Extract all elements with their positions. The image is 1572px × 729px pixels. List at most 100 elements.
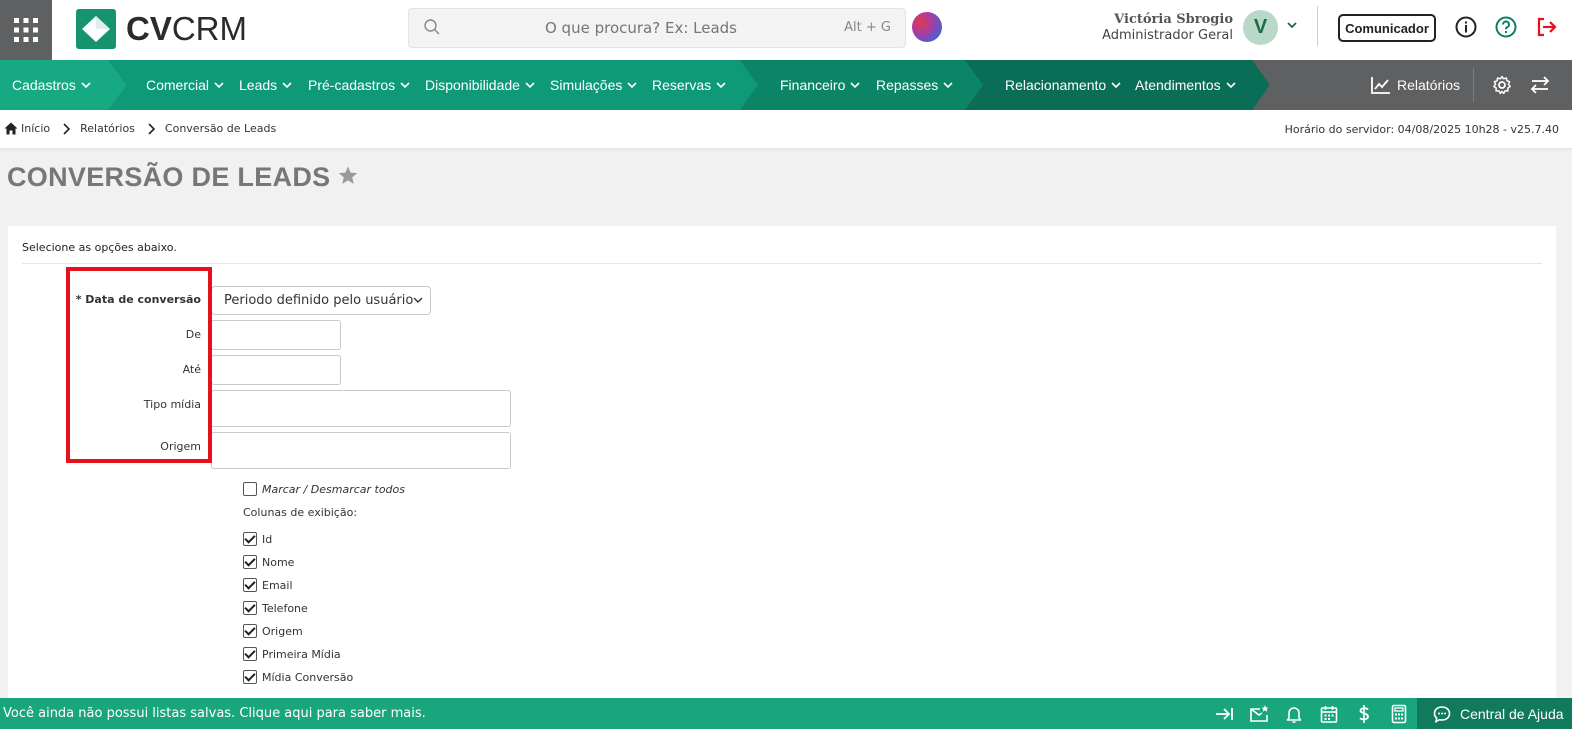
column-label: Id — [262, 532, 273, 546]
nav-label: Comercial — [146, 77, 210, 93]
column-checkbox-row[interactable]: Mídia Conversão — [243, 670, 353, 684]
tipo-midia-multiselect[interactable] — [211, 390, 511, 427]
column-checkbox[interactable] — [243, 647, 257, 661]
chevron-down-icon[interactable] — [1286, 20, 1298, 30]
user-info[interactable]: Victória Sbrogio Administrador Geral — [1102, 12, 1233, 43]
marcar-todos-checkbox[interactable] — [243, 482, 257, 496]
logo-mark-icon — [76, 9, 116, 49]
chevron-down-icon — [1226, 82, 1236, 89]
data-conversao-select[interactable]: Periodo definido pelo usuário — [211, 286, 431, 315]
search-input[interactable] — [451, 9, 831, 47]
swap-icon[interactable] — [1530, 76, 1550, 94]
nav-label: Simulações — [550, 77, 623, 93]
colunas-exibicao-label: Colunas de exibição: — [243, 506, 358, 519]
dollar-icon[interactable] — [1354, 704, 1374, 724]
help-center-label: Central de Ajuda — [1460, 705, 1564, 722]
chevron-down-icon — [850, 82, 860, 89]
nav-disponibilidade[interactable]: Disponibilidade — [425, 60, 535, 110]
column-checkbox[interactable] — [243, 532, 257, 546]
chevron-down-icon — [413, 297, 423, 303]
nav-atendimentos[interactable]: Atendimentos — [1135, 60, 1236, 110]
help-center-button[interactable]: Central de Ajuda — [1417, 698, 1572, 729]
column-checkbox[interactable] — [243, 578, 257, 592]
chevron-down-icon — [282, 82, 292, 89]
column-checkbox-row[interactable]: Nome — [243, 555, 294, 569]
apps-menu-button[interactable] — [0, 0, 52, 60]
search-shortcut-hint: Alt + G — [844, 20, 891, 35]
column-checkbox-row[interactable]: Telefone — [243, 601, 308, 615]
marcar-todos-checkbox-row[interactable]: Marcar / Desmarcar todos — [243, 482, 405, 496]
nav-comercial[interactable]: Comercial — [146, 60, 224, 110]
column-checkbox[interactable] — [243, 601, 257, 615]
logout-icon[interactable] — [1534, 15, 1558, 39]
star-icon[interactable] — [338, 166, 358, 185]
chevron-down-icon — [627, 82, 637, 89]
nav-leads[interactable]: Leads — [239, 60, 292, 110]
column-checkbox-row[interactable]: Primeira Mídia — [243, 647, 341, 661]
column-label: Telefone — [262, 601, 308, 615]
de-date-input[interactable] — [211, 320, 341, 350]
header-divider — [1317, 6, 1318, 46]
saved-lists-message[interactable]: Você ainda não possui listas salvas. Cli… — [3, 706, 426, 721]
search-box[interactable]: Alt + G — [408, 8, 906, 48]
column-checkbox-row[interactable]: Origem — [243, 624, 303, 638]
column-checkbox[interactable] — [243, 555, 257, 569]
gear-icon[interactable] — [1492, 75, 1512, 95]
grid-icon — [14, 18, 38, 42]
nav-financeiro[interactable]: Financeiro — [780, 60, 860, 110]
breadcrumb-bar: Início Relatórios Conversão de Leads Hor… — [0, 110, 1572, 148]
home-icon[interactable] — [4, 122, 18, 135]
chevron-down-icon — [400, 82, 410, 89]
nav-relatorios[interactable]: Relatórios — [1371, 60, 1460, 110]
breadcrumb-relatorios[interactable]: Relatórios — [80, 122, 135, 135]
chevron-down-icon — [1111, 82, 1121, 89]
column-label: Nome — [262, 555, 295, 569]
ate-date-input[interactable] — [211, 355, 341, 385]
nav-label: Leads — [239, 77, 278, 93]
column-label: Primeira Mídia — [262, 647, 341, 661]
nav-label: Pré-cadastros — [308, 77, 396, 93]
nav-simulacoes[interactable]: Simulações — [550, 60, 637, 110]
mail-star-icon[interactable] — [1249, 704, 1269, 724]
page-title-text: CONVERSÃO DE LEADS — [7, 162, 331, 192]
logo-text: CVCRM — [126, 10, 247, 47]
main-nav: Cadastros Comercial Leads Pré-cadastros … — [0, 60, 1572, 110]
nav-cadastros[interactable]: Cadastros — [12, 60, 91, 110]
page-title: CONVERSÃO DE LEADS — [7, 162, 358, 193]
origem-multiselect[interactable] — [211, 432, 511, 469]
avatar[interactable]: V — [1243, 10, 1278, 45]
bell-icon[interactable] — [1284, 704, 1304, 724]
calculator-icon[interactable] — [1389, 704, 1409, 724]
cvcrm-logo[interactable]: CVCRM — [76, 8, 247, 50]
collapse-right-icon[interactable] — [1214, 704, 1234, 724]
comunicador-button[interactable]: Comunicador — [1338, 14, 1436, 42]
filter-card: Selecione as opções abaixo. * Data de co… — [8, 226, 1556, 706]
help-icon[interactable] — [1494, 15, 1518, 39]
marcar-todos-label: Marcar / Desmarcar todos — [262, 482, 406, 496]
nav-divider — [1473, 68, 1474, 102]
nav-label: Disponibilidade — [425, 77, 520, 93]
nav-label: Cadastros — [12, 77, 76, 93]
column-checkbox[interactable] — [243, 670, 257, 684]
breadcrumb-current: Conversão de Leads — [164, 122, 277, 135]
column-label: Origem — [262, 624, 303, 638]
column-checkbox-row[interactable]: Email — [243, 578, 293, 592]
breadcrumb-inicio[interactable]: Início — [21, 122, 50, 135]
nav-repasses[interactable]: Repasses — [876, 60, 953, 110]
nav-label: Atendimentos — [1135, 77, 1221, 93]
divider — [22, 263, 1542, 264]
nav-label: Repasses — [876, 77, 939, 93]
calendar-icon[interactable] — [1319, 704, 1339, 724]
chat-bubble-icon — [1433, 705, 1451, 723]
column-checkbox-row[interactable]: Id — [243, 532, 272, 546]
nav-pre-cadastros[interactable]: Pré-cadastros — [308, 60, 410, 110]
column-checkbox[interactable] — [243, 624, 257, 638]
nav-reservas[interactable]: Reservas — [652, 60, 726, 110]
user-role: Administrador Geral — [1102, 28, 1233, 43]
assistant-orb-icon[interactable] — [912, 12, 942, 42]
nav-relacionamento[interactable]: Relacionamento — [1005, 60, 1121, 110]
user-name: Victória Sbrogio — [1114, 12, 1233, 27]
column-label: Email — [262, 578, 293, 592]
info-icon[interactable] — [1454, 15, 1478, 39]
chevron-right-icon — [63, 122, 71, 135]
